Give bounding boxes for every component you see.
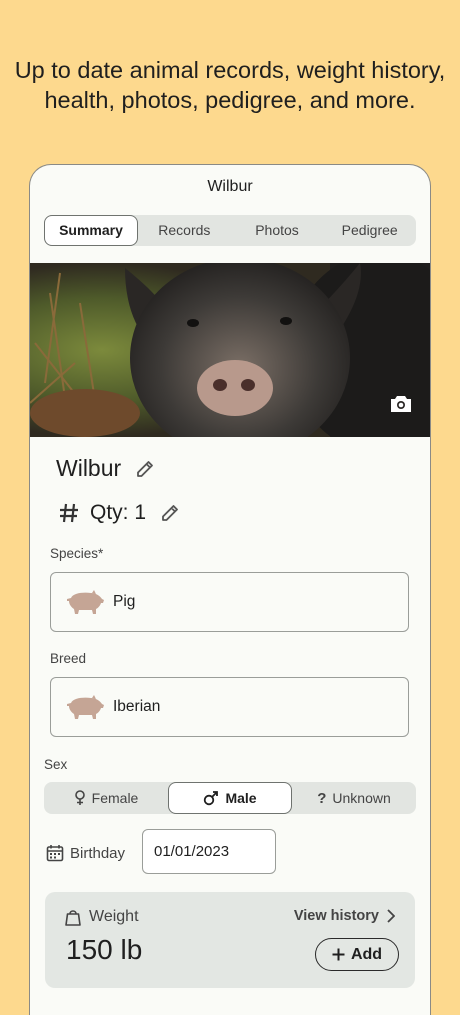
camera-icon xyxy=(391,396,411,412)
weight-card: Weight View history 150 lb Add xyxy=(45,892,415,988)
headline-line-1: Up to date animal records, weight histor… xyxy=(14,57,446,83)
calendar-icon xyxy=(46,845,64,862)
tab-pedigree[interactable]: Pedigree xyxy=(323,215,416,246)
add-weight-label: Add xyxy=(350,945,383,963)
pig-icon xyxy=(67,695,104,719)
breed-value: Iberian xyxy=(113,698,161,715)
quantity-row: Qty: 1 xyxy=(58,501,180,525)
species-value: Pig xyxy=(113,593,136,610)
birthday-input[interactable]: 01/01/2023 xyxy=(142,829,276,874)
female-icon xyxy=(74,790,85,805)
animal-name: Wilbur xyxy=(56,455,122,481)
add-weight-button[interactable]: Add xyxy=(315,938,399,971)
weight-value: 150 lb xyxy=(66,934,143,965)
sex-option-unknown[interactable]: ? Unknown xyxy=(292,782,416,814)
marketing-headline: Up to date animal records, weight histor… xyxy=(0,55,460,115)
tab-photos[interactable]: Photos xyxy=(231,215,324,246)
view-history-label: View history xyxy=(293,908,379,924)
edit-name-pencil-icon[interactable] xyxy=(135,459,155,479)
weight-icon xyxy=(65,910,81,926)
species-label: Species* xyxy=(50,546,103,561)
view-history-link[interactable]: View history xyxy=(294,908,395,924)
birthday-row: Birthday 01/01/2023 xyxy=(46,829,276,874)
male-icon xyxy=(204,791,219,806)
sex-option-male-label: Male xyxy=(225,790,257,806)
question-icon: ? xyxy=(317,789,327,807)
species-field[interactable]: Pig xyxy=(50,572,409,632)
plus-icon xyxy=(332,948,345,961)
weight-label: Weight xyxy=(89,908,139,925)
hash-icon xyxy=(60,503,78,523)
required-mark: * xyxy=(98,546,104,561)
breed-label: Breed xyxy=(50,651,87,666)
animal-photo xyxy=(30,263,430,437)
chevron-right-icon xyxy=(387,909,395,923)
tab-summary[interactable]: Summary xyxy=(44,215,138,246)
change-photo-button[interactable] xyxy=(386,389,416,419)
sex-label: Sex xyxy=(44,757,68,772)
pig-icon xyxy=(67,590,104,614)
edit-quantity-pencil-icon[interactable] xyxy=(160,503,180,523)
sex-option-male[interactable]: Male xyxy=(168,782,292,814)
sex-selector: Female Male ? Unknown xyxy=(44,782,416,814)
tab-records[interactable]: Records xyxy=(138,215,231,246)
app-title: Wilbur xyxy=(207,178,253,195)
sex-option-unknown-label: Unknown xyxy=(332,790,391,806)
sex-option-female[interactable]: Female xyxy=(44,782,168,814)
breed-field[interactable]: Iberian xyxy=(50,677,409,737)
phone-screen: Wilbur Summary Records Photos Pedigree W… xyxy=(29,164,431,1015)
birthday-label: Birthday xyxy=(70,844,126,862)
name-row: Wilbur xyxy=(56,455,155,482)
sex-option-female-label: Female xyxy=(91,790,139,806)
quantity-value: Qty: 1 xyxy=(90,501,147,524)
weight-title: Weight xyxy=(65,908,139,926)
tab-bar: Summary Records Photos Pedigree xyxy=(44,215,416,246)
headline-line-2: health, photos, pedigree, and more. xyxy=(44,87,416,113)
species-label-text: Species xyxy=(50,546,99,561)
